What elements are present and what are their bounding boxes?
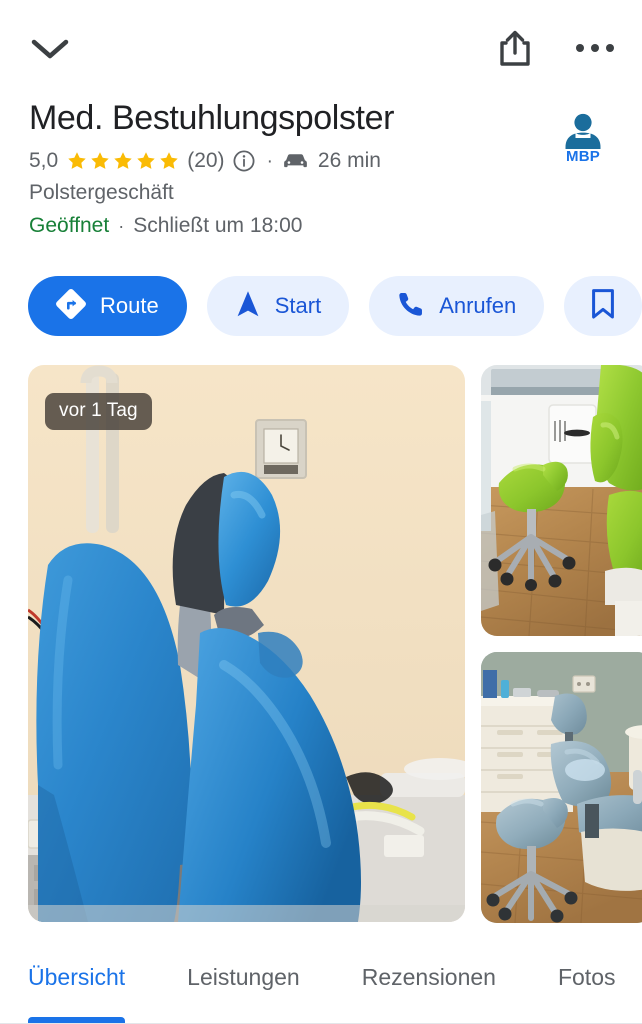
opening-hours-row[interactable]: Geöffnet · Schließt um 18:00 <box>29 214 302 238</box>
phone-icon <box>397 290 425 323</box>
photo-thumb-1[interactable] <box>481 365 642 636</box>
page-title: Med. Bestuhlungspolster <box>29 99 395 137</box>
photo-thumb-1-image <box>481 365 642 636</box>
photo-side-column <box>481 365 642 923</box>
action-button-row: Route Start Anrufen <box>28 276 642 336</box>
info-icon[interactable] <box>232 149 256 173</box>
place-details-screen: Med. Bestuhlungspolster 5,0 (20) · 26 mi… <box>0 0 642 1024</box>
status-badge: Geöffnet <box>29 214 110 237</box>
tab-leistungen-label: Leistungen <box>187 964 300 990</box>
separator-dot: · <box>266 150 273 172</box>
closing-time: Schließt um 18:00 <box>133 214 303 237</box>
photo-main[interactable]: vor 1 Tag <box>28 365 465 922</box>
directions-button[interactable]: Route <box>28 276 187 336</box>
photo-thumb-2-image <box>481 652 642 923</box>
chevron-down-icon[interactable] <box>22 24 78 74</box>
photo-main-image <box>28 365 465 922</box>
top-bar <box>0 0 642 92</box>
business-logo[interactable]: MBP <box>549 104 617 172</box>
tab-bar: Übersicht Leistungen Rezensionen Fotos <box>0 936 642 1024</box>
tab-uebersicht[interactable]: Übersicht <box>28 936 126 1024</box>
bookmark-icon <box>590 288 616 325</box>
directions-label: Route <box>100 293 159 318</box>
logo-initials: MBP <box>566 148 600 165</box>
review-count[interactable]: (20) <box>187 149 224 173</box>
navigation-arrow-icon <box>235 289 261 324</box>
place-category: Polstergeschäft <box>29 181 174 204</box>
share-icon[interactable] <box>486 18 544 78</box>
car-icon <box>282 151 309 171</box>
photo-badge: vor 1 Tag <box>45 393 152 430</box>
hours-separator: · <box>118 216 125 236</box>
star-rating-icons <box>66 150 180 172</box>
tab-fotos-label: Fotos <box>557 964 616 990</box>
photo-thumb-2[interactable] <box>481 652 642 923</box>
start-navigation-button[interactable]: Start <box>206 276 350 336</box>
call-label: Anrufen <box>439 293 517 318</box>
start-label: Start <box>274 293 322 318</box>
rating-row: 5,0 (20) · 26 min <box>29 147 381 175</box>
tab-uebersicht-label: Übersicht <box>28 964 126 990</box>
tab-rezensionen[interactable]: Rezensionen <box>362 936 496 1024</box>
tab-leistungen[interactable]: Leistungen <box>187 936 300 1024</box>
travel-time: 26 min <box>317 149 381 172</box>
save-bookmark-button[interactable] <box>564 276 642 336</box>
photo-gallery: vor 1 Tag <box>28 365 642 923</box>
directions-icon <box>56 288 86 324</box>
more-options-icon[interactable] <box>566 18 624 78</box>
call-button[interactable]: Anrufen <box>369 276 545 336</box>
more-dots <box>576 44 614 52</box>
tab-rezensionen-label: Rezensionen <box>361 964 496 990</box>
tab-fotos[interactable]: Fotos <box>558 936 616 1024</box>
rating-value: 5,0 <box>29 149 59 172</box>
